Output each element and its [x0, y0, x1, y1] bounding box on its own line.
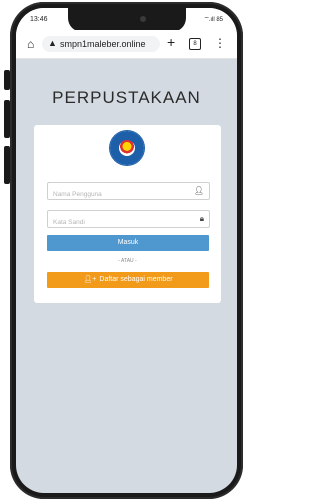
login-card: 👤︎ 🔒︎ Masuk - ATAU - 👤︎+Daftar sebagai m…: [34, 125, 221, 303]
warning-icon[interactable]: ▲: [48, 38, 57, 48]
or-divider: - ATAU -: [118, 258, 137, 264]
phone-frame: 13:46 Ⲻ.ıll 85 ⌂ ▲ smpn1maleber.online +…: [10, 2, 243, 499]
password-input[interactable]: [48, 215, 193, 230]
home-icon[interactable]: ⌂: [27, 37, 34, 51]
tabs-switcher-icon[interactable]: 8: [189, 38, 201, 50]
camera-notch: [67, 8, 186, 32]
password-field[interactable]: 🔒︎: [47, 210, 210, 230]
camera-icon: [139, 16, 146, 22]
username-input[interactable]: [48, 187, 193, 202]
username-field[interactable]: 👤︎: [47, 182, 210, 202]
register-label: Daftar sebagai member: [99, 276, 173, 283]
new-tab-icon[interactable]: +: [167, 34, 175, 50]
phone-screen: 13:46 Ⲻ.ıll 85 ⌂ ▲ smpn1maleber.online +…: [16, 8, 237, 493]
status-time: 13:46: [30, 16, 48, 23]
lock-icon: 🔒︎: [199, 214, 204, 223]
logo-emblem: [119, 140, 135, 156]
address-bar[interactable]: ▲ smpn1maleber.online: [42, 36, 160, 52]
login-button[interactable]: Masuk: [47, 235, 209, 251]
register-button[interactable]: 👤︎+ Daftar sebagai member: [47, 272, 209, 288]
school-logo: [110, 131, 144, 165]
page-title: PERPUSTAKAAN: [52, 88, 201, 107]
add-user-icon: 👤︎+: [83, 276, 97, 283]
status-indicators: Ⲻ.ıll 85: [204, 17, 223, 23]
browser-toolbar: ⌂ ▲ smpn1maleber.online + 8 ⋮: [16, 30, 237, 59]
user-icon: 👤︎: [193, 186, 204, 195]
overflow-menu-icon[interactable]: ⋮: [214, 36, 226, 50]
url-text[interactable]: smpn1maleber.online: [60, 39, 146, 49]
